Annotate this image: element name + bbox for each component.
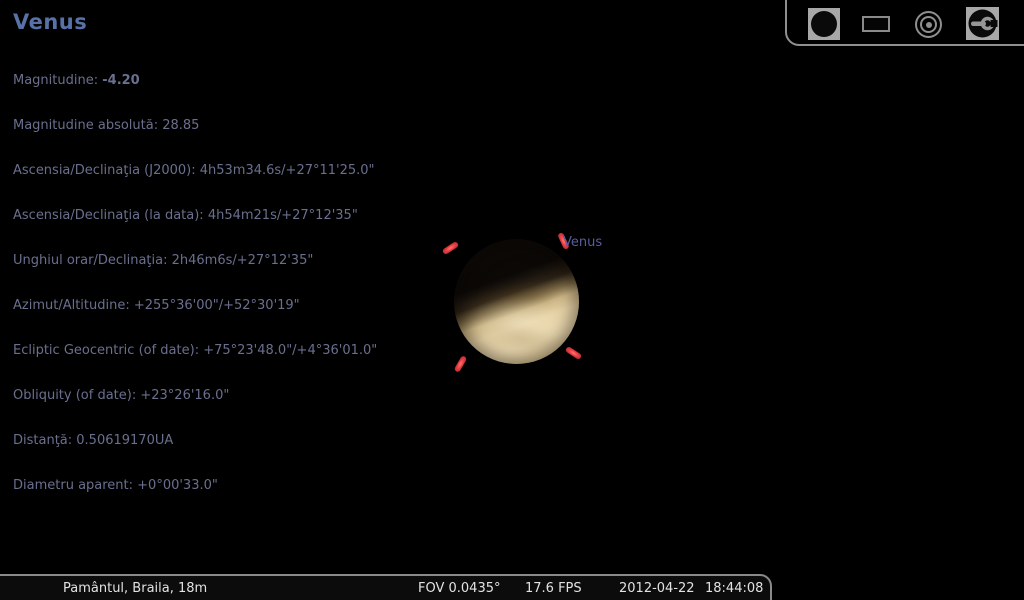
wrench-icon bbox=[966, 7, 999, 40]
target-icon-dot bbox=[926, 22, 932, 28]
info-line: Azimut/Altitudine: +255°36'00"/+52°30'19… bbox=[13, 298, 377, 313]
info-line: Magnitudine absolută: 28.85 bbox=[13, 118, 377, 133]
circle-icon bbox=[811, 11, 837, 37]
info-line: Ecliptic Geocentric (of date): +75°23'48… bbox=[13, 343, 377, 358]
toolbar-button-center-target[interactable] bbox=[913, 8, 945, 40]
rectangle-icon bbox=[862, 16, 890, 32]
info-line: Diametru aparent: +0°00'33.0" bbox=[13, 478, 377, 493]
planet-label[interactable]: Venus bbox=[563, 235, 602, 250]
info-line: Obliquity (of date): +23°26'16.0" bbox=[13, 388, 377, 403]
status-fov: FOV 0.0435° bbox=[418, 581, 501, 596]
status-location: Pamântul, Braila, 18m bbox=[63, 581, 207, 596]
planet-venus-disc[interactable] bbox=[454, 239, 579, 364]
info-line: Ascensia/Declinaţia (la data): 4h54m21s/… bbox=[13, 208, 377, 223]
status-time: 18:44:08 bbox=[705, 581, 763, 596]
toolbar-button-settings[interactable] bbox=[966, 7, 999, 40]
toolbar-button-circle[interactable] bbox=[808, 8, 840, 40]
object-title: Venus bbox=[13, 10, 377, 34]
selection-pointer-icon bbox=[564, 345, 582, 359]
info-line: Unghiul orar/Declinaţia: 2h46m6s/+27°12'… bbox=[13, 253, 377, 268]
selection-pointer-icon bbox=[453, 355, 467, 373]
stellarium-window: Venus Venus Magnitudine: -4.20 Magnitudi… bbox=[0, 0, 1024, 600]
selection-pointer-icon bbox=[442, 240, 460, 254]
status-fps: 17.6 FPS bbox=[525, 581, 582, 596]
info-line: Ascensia/Declinaţia (J2000): 4h53m34.6s/… bbox=[13, 163, 377, 178]
info-line: Distanţă: 0.50619170UA bbox=[13, 433, 377, 448]
status-bar: Pamântul, Braila, 18m FOV 0.0435° 17.6 F… bbox=[0, 574, 772, 600]
toolbar-button-window[interactable] bbox=[860, 8, 892, 40]
info-line-magnitude: Magnitudine: -4.20 bbox=[13, 73, 377, 88]
top-toolbar-panel bbox=[785, 0, 1024, 46]
status-date: 2012-04-22 bbox=[619, 581, 695, 596]
object-info-panel: Venus Magnitudine: -4.20 Magnitudine abs… bbox=[13, 10, 377, 523]
object-info-lines: Magnitudine: -4.20 Magnitudine absolută:… bbox=[13, 43, 377, 523]
